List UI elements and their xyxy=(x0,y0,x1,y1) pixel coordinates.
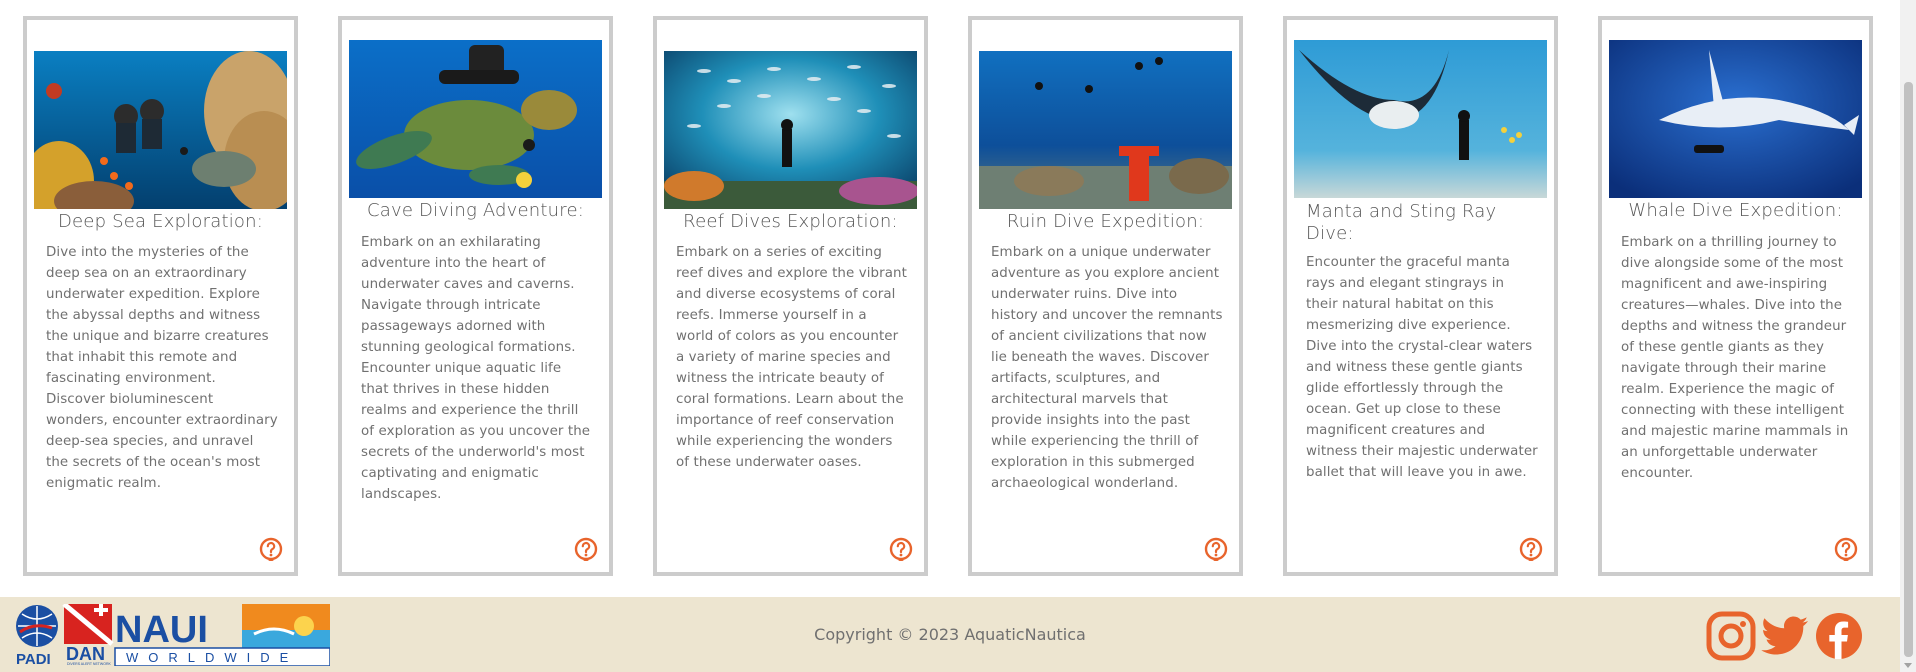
scroll-down-arrow-icon[interactable] xyxy=(1904,663,1912,668)
scrollbar-thumb[interactable] xyxy=(1904,82,1913,657)
card-image-manta-ray xyxy=(1294,40,1547,198)
card-title: Deep Sea Exploration: xyxy=(57,211,264,232)
card-description: Embark on a thrilling journey to dive al… xyxy=(1621,235,1849,481)
card-title: Cave Diving Adventure: xyxy=(366,200,585,221)
card-title: Manta and Sting Ray Dive: xyxy=(1306,201,1497,244)
help-icon[interactable] xyxy=(1519,537,1543,561)
help-icon[interactable] xyxy=(889,537,913,561)
card-description: Embark on a unique underwater adventure … xyxy=(991,245,1223,491)
card-title: Ruin Dive Expedition: xyxy=(1006,211,1205,232)
card-image-deep-sea xyxy=(34,51,287,209)
card-title: Reef Dives Exploration: xyxy=(683,211,898,232)
card-whale-dive: Whale Dive Expedition: Embark on a thril… xyxy=(1598,16,1873,576)
card-description: Encounter the graceful manta rays and el… xyxy=(1306,255,1538,480)
card-ruin-dive: Ruin Dive Expedition: Embark on a unique… xyxy=(968,16,1243,576)
help-icon[interactable] xyxy=(1204,537,1228,561)
card-image-reef-dives xyxy=(664,51,917,209)
footer: PADI DAN DIVERS ALERT NETWORK NAUI WORLD… xyxy=(0,597,1900,672)
help-icon[interactable] xyxy=(574,537,598,561)
card-image-whale-dive xyxy=(1609,40,1862,198)
card-description: Embark on an exhilarating adventure into… xyxy=(361,235,591,502)
dan-logo-text: DAN xyxy=(66,644,105,664)
card-grid: Deep Sea Exploration: Dive into the myst… xyxy=(0,0,1900,597)
facebook-icon[interactable] xyxy=(1814,611,1864,661)
card-manta-ray: Manta and Sting Ray Dive: Encounter the … xyxy=(1283,16,1558,576)
copyright-text: Copyright © 2023 AquaticNautica xyxy=(814,625,1086,644)
card-cave-diving: Cave Diving Adventure: Embark on an exhi… xyxy=(338,16,613,576)
naui-logo-subtext: WORLDWIDE xyxy=(126,650,298,665)
card-description: Dive into the mysteries of the deep sea … xyxy=(46,245,278,491)
card-reef-dives: Reef Dives Exploration: Embark on a seri… xyxy=(653,16,928,576)
card-deep-sea: Deep Sea Exploration: Dive into the myst… xyxy=(23,16,298,576)
card-description: Embark on a series of exciting reef dive… xyxy=(676,245,907,470)
card-image-cave-diving xyxy=(349,40,602,198)
help-icon[interactable] xyxy=(259,537,283,561)
card-image-ruin-dive xyxy=(979,51,1232,209)
card-title: Whale Dive Expedition: xyxy=(1628,200,1843,221)
help-icon[interactable] xyxy=(1834,537,1858,561)
padi-logo-text: PADI xyxy=(16,651,51,666)
social-links xyxy=(1706,611,1864,661)
twitter-icon[interactable] xyxy=(1760,611,1810,661)
page-scrollbar[interactable] xyxy=(1900,0,1916,672)
dan-logo-subtext: DIVERS ALERT NETWORK xyxy=(67,662,111,666)
instagram-icon[interactable] xyxy=(1706,611,1756,661)
